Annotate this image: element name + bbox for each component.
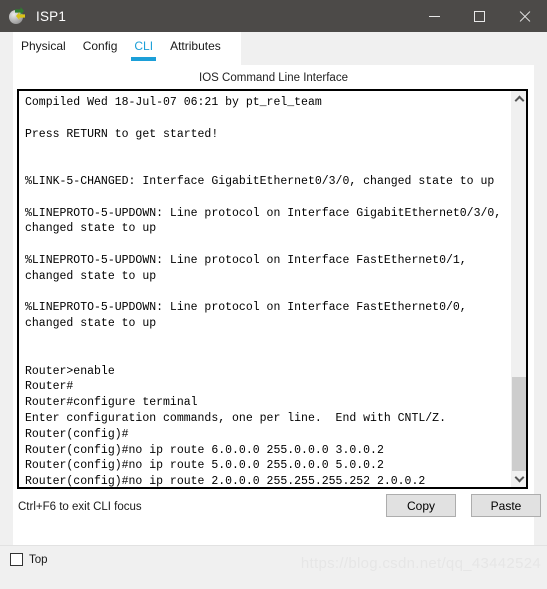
tab-strip-area: Physical Config CLI Attributes	[0, 32, 547, 65]
device-panel: IOS Command Line Interface Compiled Wed …	[13, 32, 541, 545]
title-bar: ISP1	[0, 0, 547, 32]
minimize-icon[interactable]	[412, 0, 457, 32]
terminal-line: Router(config)#no ip route 5.0.0.0 255.0…	[25, 459, 384, 473]
terminal-line: %LINK-5-CHANGED: Interface GigabitEthern…	[25, 174, 495, 188]
terminal-line: Router(config)#no ip route 2.0.0.0 255.2…	[25, 475, 426, 487]
scrollbar-thumb[interactable]	[512, 377, 526, 471]
cli-action-bar: Ctrl+F6 to exit CLI focus Copy Paste	[13, 494, 541, 544]
tab-config[interactable]: Config	[83, 39, 118, 58]
window-title: ISP1	[36, 8, 67, 24]
panel-title: IOS Command Line Interface	[199, 72, 348, 84]
window-controls	[412, 0, 547, 32]
maximize-icon[interactable]	[457, 0, 502, 32]
top-checkbox-row[interactable]: Top	[10, 553, 48, 566]
cli-output[interactable]: Compiled Wed 18-Jul-07 06:21 by pt_rel_t…	[19, 91, 510, 487]
terminal-scrollbar[interactable]	[510, 91, 526, 487]
terminal-line: Press RETURN to get started!	[25, 127, 219, 141]
packet-tracer-device-window: ISP1 IOS Command Line Interface Compiled…	[0, 0, 547, 589]
terminal-line: changed state to up	[25, 222, 157, 236]
router-icon	[9, 7, 27, 25]
window-footer: Top https://blog.csdn.net/qq_43442524	[0, 545, 547, 589]
paste-button[interactable]: Paste	[471, 494, 541, 517]
chevron-down-icon[interactable]	[511, 471, 526, 487]
cli-terminal[interactable]: Compiled Wed 18-Jul-07 06:21 by pt_rel_t…	[17, 89, 528, 489]
terminal-line: changed state to up	[25, 269, 157, 283]
cli-focus-hint: Ctrl+F6 to exit CLI focus	[18, 501, 142, 513]
watermark: https://blog.csdn.net/qq_43442524	[300, 555, 541, 572]
top-checkbox[interactable]	[10, 553, 23, 566]
terminal-line: changed state to up	[25, 317, 157, 331]
terminal-line: Router>enable	[25, 364, 115, 378]
tab-attributes[interactable]: Attributes	[170, 39, 221, 58]
terminal-line: Router(config)#no ip route 6.0.0.0 255.0…	[25, 443, 384, 457]
terminal-line: Enter configuration commands, one per li…	[25, 411, 446, 425]
terminal-line: %LINEPROTO-5-UPDOWN: Line protocol on In…	[25, 206, 502, 220]
tab-physical[interactable]: Physical	[21, 39, 66, 58]
terminal-line: Router#configure terminal	[25, 396, 198, 410]
terminal-line: %LINEPROTO-5-UPDOWN: Line protocol on In…	[25, 253, 467, 267]
tab-strip: Physical Config CLI Attributes	[13, 32, 241, 65]
tab-cli[interactable]: CLI	[131, 39, 156, 61]
close-icon[interactable]	[502, 0, 547, 32]
top-checkbox-label: Top	[29, 553, 48, 566]
copy-button[interactable]: Copy	[386, 494, 456, 517]
chevron-up-icon[interactable]	[511, 91, 526, 107]
terminal-line: Compiled Wed 18-Jul-07 06:21 by pt_rel_t…	[25, 96, 322, 109]
terminal-line: Router#	[25, 380, 74, 394]
terminal-line: %LINEPROTO-5-UPDOWN: Line protocol on In…	[25, 301, 467, 315]
terminal-line: Router(config)#	[25, 427, 129, 441]
